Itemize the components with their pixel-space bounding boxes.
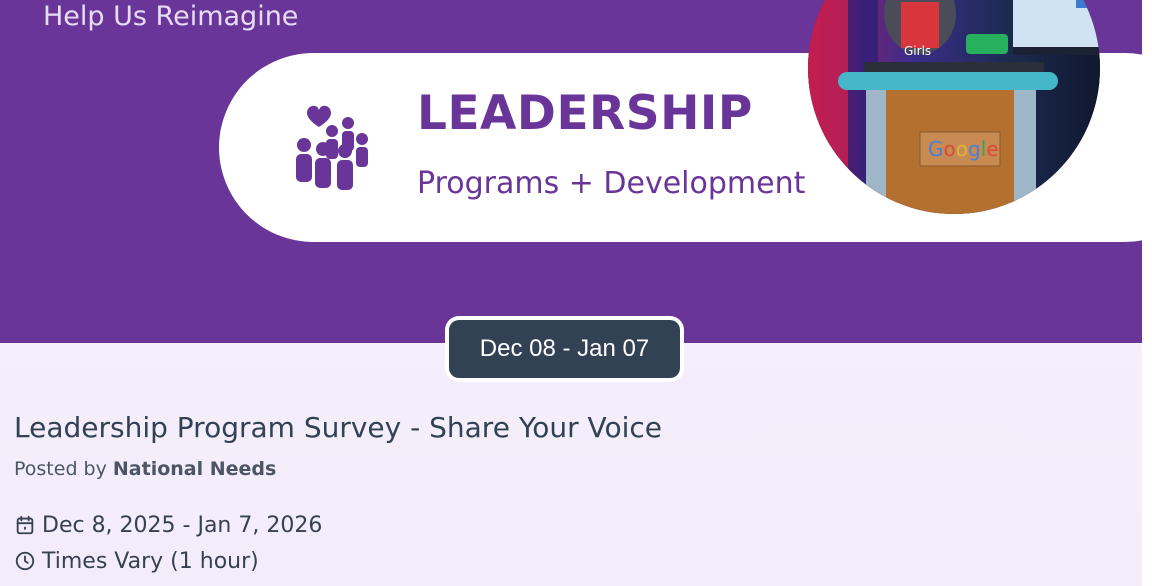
podium-logo: Google — [928, 137, 999, 161]
banner-heading: Help Us Reimagine — [43, 1, 299, 32]
organizer-name[interactable]: National Needs — [113, 458, 276, 480]
event-card[interactable]: Help Us Reimagine LEADERSHIP Programs + … — [0, 0, 1142, 586]
event-date-range: Dec 8, 2025 - Jan 7, 2026 — [42, 512, 323, 538]
posted-by: Posted by National Needs — [14, 456, 276, 482]
date-chip: Dec 08 - Jan 07 — [445, 316, 684, 382]
event-dates: Dec 8, 2025 - Jan 7, 2026 — [14, 510, 322, 540]
clock-icon — [15, 551, 35, 571]
date-chip-label: Dec 08 - Jan 07 — [449, 320, 680, 378]
event-times-label: Times Vary (1 hour) — [42, 548, 259, 574]
event-title[interactable]: Leadership Program Survey - Share Your V… — [14, 410, 662, 446]
group-heart-icon — [296, 105, 368, 190]
event-times: Times Vary (1 hour) — [14, 546, 259, 576]
page-edge — [1142, 0, 1152, 586]
banner-subtitle: Programs + Development — [417, 166, 806, 201]
calendar-icon — [16, 515, 34, 535]
posted-by-prefix: Posted by — [14, 458, 107, 480]
event-banner-image: Help Us Reimagine LEADERSHIP Programs + … — [0, 0, 1142, 343]
banner-title: LEADERSHIP — [417, 86, 753, 141]
svg-text:Girls: Girls — [904, 44, 931, 58]
